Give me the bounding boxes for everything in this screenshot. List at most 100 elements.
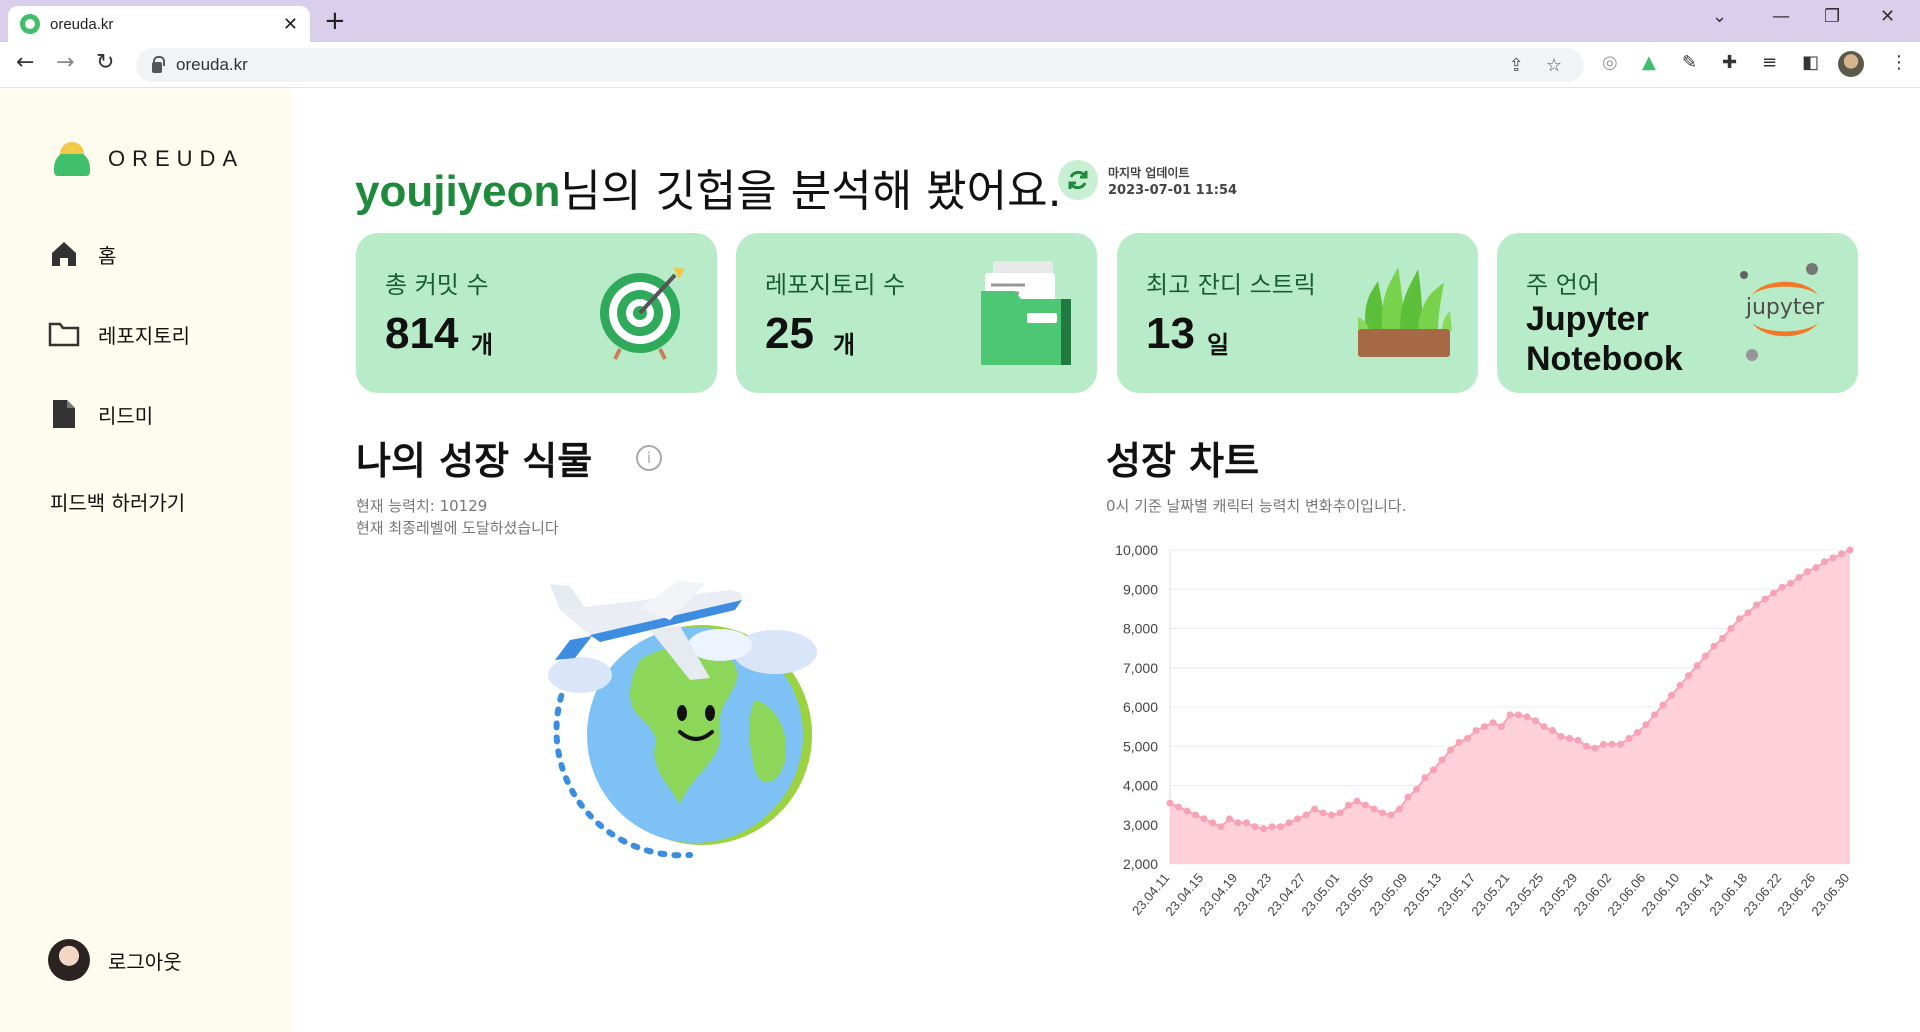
- address-bar[interactable]: oreuda.kr ⇪ ☆: [136, 48, 1584, 82]
- plant-info: 현재 능력치: 10129 현재 최종레벨에 도달하셨습니다: [356, 495, 559, 539]
- page-title: youjiyeon님의 깃헙을 분석해 봤어요.: [355, 155, 1062, 219]
- folder-green-icon: [975, 261, 1075, 369]
- jupyter-logo-icon: jupyter: [1740, 263, 1830, 367]
- data-point: [1549, 727, 1556, 735]
- maximize-icon[interactable]: ❐: [1824, 6, 1840, 27]
- data-point: [1277, 823, 1284, 831]
- data-point: [1328, 811, 1335, 819]
- side-panel-icon[interactable]: ◧: [1802, 52, 1819, 73]
- close-window-icon[interactable]: ✕: [1880, 6, 1895, 27]
- card-caption: 주 언어: [1526, 271, 1600, 299]
- feedback-link[interactable]: 피드백 하러가기: [50, 487, 185, 516]
- media-icon[interactable]: ≡: [1762, 52, 1777, 73]
- logout-button[interactable]: 로그아웃: [48, 939, 182, 981]
- data-point: [1770, 589, 1777, 597]
- data-point: [1702, 652, 1709, 660]
- refresh-button[interactable]: [1058, 160, 1098, 200]
- tab-search-icon[interactable]: ⌄: [1712, 6, 1727, 27]
- y-tick-label: 10,000: [1115, 542, 1158, 558]
- stat-card-language: 주 언어 Jupyter Notebook jupyter: [1497, 233, 1858, 393]
- logo[interactable]: OREUDA: [52, 142, 244, 176]
- data-point: [1404, 793, 1412, 801]
- data-point: [1591, 744, 1599, 752]
- data-point: [1472, 727, 1480, 735]
- extension-icon[interactable]: ◎: [1602, 52, 1618, 73]
- data-point: [1489, 719, 1497, 727]
- data-point: [1464, 734, 1471, 742]
- reload-icon[interactable]: ↻: [96, 50, 114, 75]
- close-tab-icon[interactable]: ✕: [283, 14, 298, 35]
- data-point: [1447, 746, 1454, 754]
- update-label: 마지막 업데이트: [1108, 166, 1190, 180]
- oreuda-logo-icon: [52, 142, 92, 176]
- sidebar-item-repository[interactable]: 레포지토리: [48, 319, 190, 349]
- y-tick-label: 6,000: [1123, 699, 1158, 715]
- data-point: [1583, 742, 1590, 750]
- menu-dots-icon[interactable]: ⋮: [1890, 52, 1908, 73]
- data-point: [1676, 681, 1684, 689]
- sidebar-item-home[interactable]: 홈: [48, 239, 116, 269]
- info-icon[interactable]: i: [636, 445, 662, 471]
- data-point: [1294, 815, 1301, 823]
- y-tick-label: 3,000: [1123, 817, 1158, 833]
- data-point: [1370, 805, 1378, 813]
- forward-icon[interactable]: →: [56, 50, 74, 75]
- logo-text: OREUDA: [108, 146, 245, 171]
- data-point: [1574, 736, 1582, 744]
- data-point: [1498, 723, 1505, 731]
- growth-chart-title: 성장 차트: [1106, 439, 1260, 483]
- data-point: [1438, 756, 1446, 764]
- data-point: [1302, 811, 1310, 819]
- data-point: [1753, 601, 1760, 609]
- data-point: [1651, 711, 1658, 719]
- data-point: [1812, 564, 1820, 572]
- update-time: 2023-07-01 11:54: [1108, 183, 1238, 198]
- plant-title: 나의 성장 식물: [356, 439, 593, 483]
- card-value: 814: [385, 309, 459, 358]
- data-point: [1532, 717, 1539, 725]
- data-point: [1234, 819, 1242, 827]
- username: youjiyeon: [355, 167, 561, 216]
- oreuda-extension-icon[interactable]: ▲: [1642, 52, 1656, 73]
- data-point: [1540, 723, 1548, 731]
- minimize-icon[interactable]: —: [1772, 6, 1790, 27]
- data-point: [1846, 546, 1854, 554]
- profile-avatar[interactable]: [1838, 51, 1864, 77]
- bookmark-star-icon[interactable]: ☆: [1546, 55, 1562, 76]
- browser-toolbar: ← → ↻ oreuda.kr ⇪ ☆ ◎ ▲ ✎ ✚ ≡ ◧ ⋮: [0, 42, 1920, 88]
- card-value: 25: [765, 309, 814, 358]
- data-point: [1413, 785, 1420, 793]
- data-point: [1166, 799, 1174, 807]
- eyedropper-icon[interactable]: ✎: [1682, 52, 1697, 73]
- data-point: [1566, 734, 1573, 742]
- level-message: 현재 최종레벨에 도달하셨습니다: [356, 519, 559, 537]
- data-point: [1336, 809, 1344, 817]
- y-tick-label: 2,000: [1123, 856, 1158, 872]
- url-text[interactable]: oreuda.kr: [176, 55, 1509, 75]
- file-icon: [48, 399, 80, 429]
- new-tab-button[interactable]: +: [324, 6, 346, 36]
- data-point: [1719, 634, 1726, 642]
- data-point: [1506, 711, 1514, 719]
- site-favicon-icon: [20, 14, 40, 34]
- puzzle-icon[interactable]: ✚: [1722, 52, 1737, 73]
- back-icon[interactable]: ←: [16, 50, 34, 75]
- data-point: [1787, 579, 1794, 587]
- card-caption: 최고 잔디 스트릭: [1146, 271, 1316, 299]
- stat-card-commits: 총 커밋 수 814 개: [356, 233, 717, 393]
- stat-card-streak: 최고 잔디 스트릭 13 일: [1117, 233, 1478, 393]
- sidebar-item-readme[interactable]: 리드미: [48, 399, 153, 429]
- card-caption: 총 커밋 수: [385, 271, 489, 299]
- data-point: [1362, 801, 1369, 809]
- data-point: [1659, 701, 1667, 709]
- data-point: [1608, 740, 1616, 748]
- target-icon: [595, 261, 695, 365]
- tab-title: oreuda.kr: [50, 15, 114, 33]
- data-point: [1260, 825, 1267, 833]
- data-point: [1268, 823, 1276, 831]
- y-tick-label: 5,000: [1123, 738, 1158, 754]
- lock-icon[interactable]: [152, 55, 165, 73]
- data-point: [1829, 554, 1837, 562]
- share-icon[interactable]: ⇪: [1509, 55, 1524, 76]
- browser-tab[interactable]: oreuda.kr ✕: [8, 6, 310, 42]
